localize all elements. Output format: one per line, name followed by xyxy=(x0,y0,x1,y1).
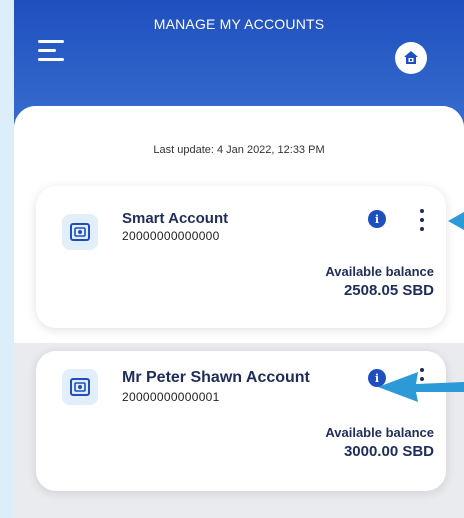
home-icon xyxy=(404,51,418,64)
safe-icon xyxy=(62,369,98,405)
account-name: Smart Account xyxy=(122,210,229,227)
more-options-icon[interactable] xyxy=(417,208,427,234)
account-name: Mr Peter Shawn Account xyxy=(122,369,310,386)
accounts-panel: Last update: 4 Jan 2022, 12:33 PM Smart … xyxy=(14,106,464,518)
balance-value: 2508.05 SBD xyxy=(343,282,434,299)
last-update-text: Last update: 4 Jan 2022, 12:33 PM xyxy=(153,144,325,156)
safe-icon xyxy=(62,214,98,250)
balance-label: Available balance xyxy=(325,264,434,279)
info-icon[interactable]: i xyxy=(368,210,386,228)
account-number: 20000000000001 xyxy=(122,390,220,404)
account-number: 20000000000000 xyxy=(122,229,220,243)
hamburger-menu-icon[interactable] xyxy=(38,40,64,62)
account-card[interactable]: Mr Peter Shawn Account 20000000000001 i … xyxy=(36,351,446,491)
balance-value: 3000.00 SBD xyxy=(343,443,434,460)
account-card[interactable]: Smart Account 20000000000000 i Available… xyxy=(36,186,446,328)
info-icon[interactable]: i xyxy=(368,369,386,387)
balance-label: Available balance xyxy=(325,425,434,440)
app-screen: MANAGE MY ACCOUNTS Last update: 4 Jan 20… xyxy=(14,0,464,518)
more-options-icon[interactable] xyxy=(417,367,427,393)
page-title: MANAGE MY ACCOUNTS xyxy=(153,16,325,32)
home-button[interactable] xyxy=(395,42,427,74)
